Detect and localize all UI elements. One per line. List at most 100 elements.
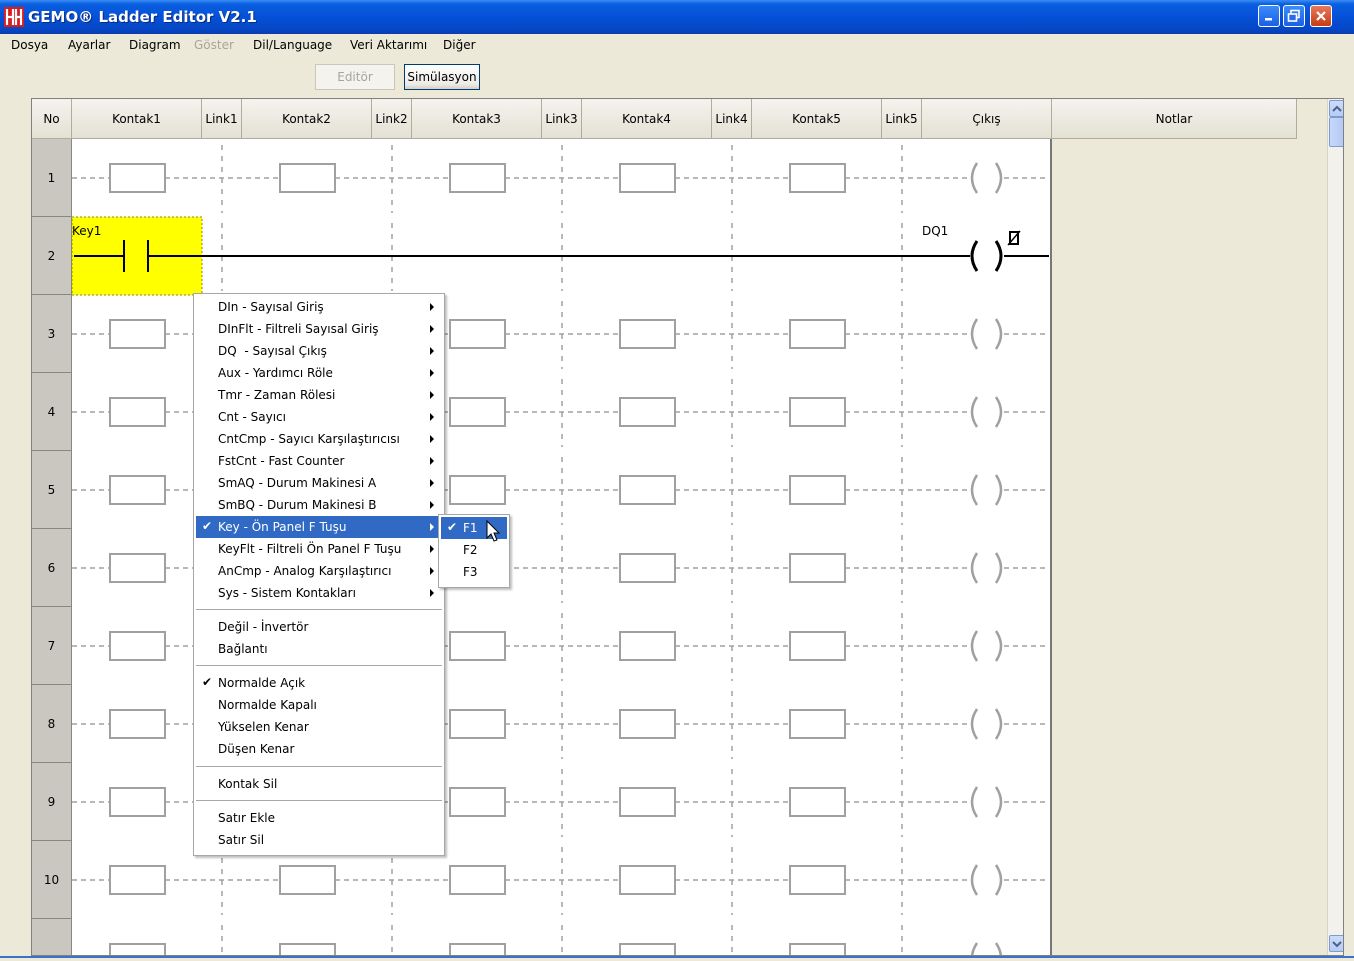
ctx-satir-ekle[interactable]: Satır Ekle: [196, 807, 442, 829]
toolbar: Editör Simülasyon: [0, 58, 1354, 98]
submenu-f3[interactable]: F3: [441, 561, 507, 583]
ctx-dusen-kenar[interactable]: Düşen Kenar: [196, 738, 442, 760]
ctx-smbq[interactable]: SmBQ - Durum Makinesi B: [196, 494, 442, 516]
header-cikis[interactable]: Çıkış: [922, 99, 1052, 139]
ctx-yukselen-kenar[interactable]: Yükselen Kenar: [196, 716, 442, 738]
menu-separator: [196, 800, 442, 801]
row-number[interactable]: 9: [32, 763, 72, 841]
scroll-up-icon: [1332, 105, 1342, 112]
row-number[interactable]: 10: [32, 841, 72, 919]
app-logo-icon: [4, 7, 24, 27]
ctx-din-label: DIn - Sayısal Giriş: [218, 300, 324, 314]
row2-output-label: DQ1: [922, 224, 949, 238]
ctx-tmr[interactable]: Tmr - Zaman Rölesi: [196, 384, 442, 406]
title-bar[interactable]: GEMO® Ladder Editor V2.1: [0, 0, 1354, 34]
close-icon: [1316, 11, 1326, 21]
ctx-satir-ekle-label: Satır Ekle: [218, 811, 276, 825]
header-kontak1[interactable]: Kontak1: [72, 99, 202, 139]
submenu-arrow-icon: [430, 501, 434, 509]
header-link3[interactable]: Link3: [542, 99, 582, 139]
row-number[interactable]: 6: [32, 529, 72, 607]
window-bottom-border: [0, 956, 1354, 961]
ctx-fstcnt-label: FstCnt - Fast Counter: [218, 454, 345, 468]
ctx-cnt[interactable]: Cnt - Sayıcı: [196, 406, 442, 428]
notes-column[interactable]: [1050, 139, 1297, 955]
header-kontak4[interactable]: Kontak4: [582, 99, 712, 139]
menu-bar: Dosya Ayarlar Diagram Göster Dil/Languag…: [0, 34, 1354, 58]
ctx-kontak-sil-label: Kontak Sil: [218, 777, 278, 791]
menu-veri-aktarimi[interactable]: Veri Aktarımı: [350, 38, 427, 52]
submenu-arrow-icon: [430, 391, 434, 399]
ctx-keyflt[interactable]: KeyFlt - Filtreli Ön Panel F Tuşu: [196, 538, 442, 560]
ctx-dq[interactable]: DQ - Sayısal Çıkış: [196, 340, 442, 362]
ctx-satir-sil[interactable]: Satır Sil: [196, 829, 442, 851]
ctx-baglanti-label: Bağlantı: [218, 642, 268, 656]
menu-goster[interactable]: Göster: [194, 38, 234, 52]
ctx-fstcnt[interactable]: FstCnt - Fast Counter: [196, 450, 442, 472]
restore-button[interactable]: [1283, 5, 1305, 27]
ctx-keyflt-label: KeyFlt - Filtreli Ön Panel F Tuşu: [218, 542, 402, 556]
ctx-normalde-acik[interactable]: ✔ Normalde Açık: [196, 672, 442, 694]
row2-contact-label: Key1: [72, 224, 102, 238]
ctx-normalde-kapali-label: Normalde Kapalı: [218, 698, 317, 712]
menu-language[interactable]: Dil/Language: [253, 38, 332, 52]
editor-button[interactable]: Editör: [315, 64, 395, 90]
submenu-arrow-icon: [430, 413, 434, 421]
header-link5[interactable]: Link5: [882, 99, 922, 139]
submenu-arrow-icon: [430, 325, 434, 333]
ctx-sys-label: Sys - Sistem Kontakları: [218, 586, 356, 600]
menu-separator: [196, 766, 442, 767]
header-link1[interactable]: Link1: [202, 99, 242, 139]
ctx-degil[interactable]: Değil - İnvertör: [196, 616, 442, 638]
ctx-key[interactable]: ✔ Key - Ön Panel F Tuşu: [196, 516, 442, 538]
header-kontak3[interactable]: Kontak3: [412, 99, 542, 139]
vertical-scrollbar[interactable]: [1327, 99, 1343, 955]
scroll-down-button[interactable]: [1329, 935, 1343, 952]
ctx-smaq[interactable]: SmAQ - Durum Makinesi A: [196, 472, 442, 494]
ctx-tmr-label: Tmr - Zaman Rölesi: [218, 388, 336, 402]
header-link4[interactable]: Link4: [712, 99, 752, 139]
row-number[interactable]: 7: [32, 607, 72, 685]
menu-ayarlar[interactable]: Ayarlar: [68, 38, 110, 52]
menu-separator: [196, 665, 442, 666]
submenu-arrow-icon: [430, 523, 434, 531]
header-no[interactable]: No: [32, 99, 72, 139]
row-number[interactable]: 5: [32, 451, 72, 529]
ctx-cntcmp[interactable]: CntCmp - Sayıcı Karşılaştırıcısı: [196, 428, 442, 450]
scroll-up-button[interactable]: [1329, 100, 1343, 117]
simulation-button[interactable]: Simülasyon: [404, 64, 480, 90]
header-notlar[interactable]: Notlar: [1052, 99, 1297, 139]
restore-icon: [1287, 9, 1300, 22]
checkmark-icon: ✔: [202, 519, 213, 533]
header-kontak2[interactable]: Kontak2: [242, 99, 372, 139]
header-link2[interactable]: Link2: [372, 99, 412, 139]
row-number-partial[interactable]: [32, 919, 72, 955]
menu-diagram[interactable]: Diagram: [129, 38, 181, 52]
row-number[interactable]: 3: [32, 295, 72, 373]
submenu-f1-label: F1: [463, 521, 478, 535]
ctx-dinflt[interactable]: DInFlt - Filtreli Sayısal Giriş: [196, 318, 442, 340]
ctx-aux[interactable]: Aux - Yardımcı Röle: [196, 362, 442, 384]
submenu-arrow-icon: [430, 369, 434, 377]
menu-diger[interactable]: Diğer: [443, 38, 476, 52]
ctx-degil-label: Değil - İnvertör: [218, 620, 309, 634]
submenu-arrow-icon: [430, 545, 434, 553]
submenu-arrow-icon: [430, 347, 434, 355]
ctx-baglanti[interactable]: Bağlantı: [196, 638, 442, 660]
header-kontak5[interactable]: Kontak5: [752, 99, 882, 139]
menu-dosya[interactable]: Dosya: [11, 38, 48, 52]
ctx-normalde-kapali[interactable]: Normalde Kapalı: [196, 694, 442, 716]
minimize-button[interactable]: [1258, 5, 1280, 27]
close-button[interactable]: [1310, 5, 1332, 27]
row-number[interactable]: 1: [32, 139, 72, 217]
mouse-cursor-icon: [486, 520, 501, 542]
ctx-sys[interactable]: Sys - Sistem Kontakları: [196, 582, 442, 604]
ctx-kontak-sil[interactable]: Kontak Sil: [196, 773, 442, 795]
row-number[interactable]: 4: [32, 373, 72, 451]
row-number[interactable]: 2: [32, 217, 72, 295]
scroll-down-icon: [1332, 940, 1342, 947]
scroll-thumb[interactable]: [1329, 117, 1343, 147]
ctx-din[interactable]: DIn - Sayısal Giriş: [196, 296, 442, 318]
row-number[interactable]: 8: [32, 685, 72, 763]
ctx-ancmp[interactable]: AnCmp - Analog Karşılaştırıcı: [196, 560, 442, 582]
